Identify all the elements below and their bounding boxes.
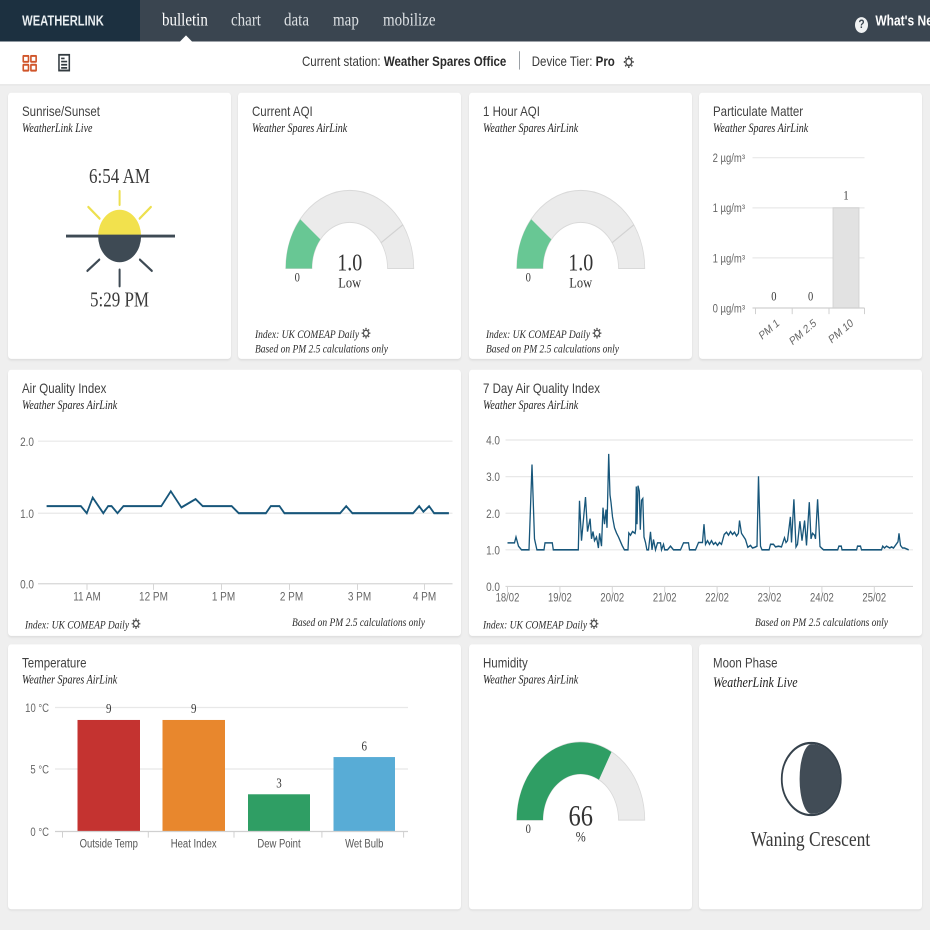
svg-text:18/02: 18/02 xyxy=(496,592,520,605)
svg-text:11 AM: 11 AM xyxy=(73,591,101,604)
svg-text:10 °C: 10 °C xyxy=(25,702,49,715)
svg-text:3 PM: 3 PM xyxy=(348,591,371,604)
svg-text:9: 9 xyxy=(106,701,112,716)
svg-text:0: 0 xyxy=(295,270,300,284)
svg-text:1 µg/m³: 1 µg/m³ xyxy=(713,252,746,265)
svg-text:3: 3 xyxy=(276,776,282,791)
svg-text:9: 9 xyxy=(191,701,197,716)
svg-text:%: % xyxy=(576,828,586,844)
svg-text:4 PM: 4 PM xyxy=(413,591,436,604)
svg-text:2 µg/m³: 2 µg/m³ xyxy=(713,152,746,165)
svg-text:0 µg/m³: 0 µg/m³ xyxy=(713,303,746,316)
svg-text:0 °C: 0 °C xyxy=(30,826,49,839)
svg-text:2.0: 2.0 xyxy=(20,436,34,449)
svg-text:1.0: 1.0 xyxy=(568,248,593,275)
svg-text:3.0: 3.0 xyxy=(486,471,500,484)
svg-text:1.0: 1.0 xyxy=(337,248,362,275)
svg-text:Dew Point: Dew Point xyxy=(257,838,300,851)
svg-text:2.0: 2.0 xyxy=(486,508,500,521)
svg-text:PM 2.5: PM 2.5 xyxy=(788,317,819,349)
svg-text:Low: Low xyxy=(338,275,361,291)
svg-text:19/02: 19/02 xyxy=(548,592,572,605)
svg-text:24/02: 24/02 xyxy=(810,592,834,605)
svg-text:0: 0 xyxy=(526,270,531,284)
svg-text:22/02: 22/02 xyxy=(705,592,729,605)
svg-text:PM 1: PM 1 xyxy=(757,317,781,343)
svg-text:21/02: 21/02 xyxy=(653,592,677,605)
svg-text:Wet Bulb: Wet Bulb xyxy=(345,838,383,851)
svg-text:0: 0 xyxy=(808,290,813,304)
svg-text:25/02: 25/02 xyxy=(862,592,886,605)
svg-text:1: 1 xyxy=(843,189,848,203)
svg-text:23/02: 23/02 xyxy=(758,592,782,605)
svg-text:0: 0 xyxy=(771,290,776,304)
svg-text:0: 0 xyxy=(526,822,531,836)
svg-text:0.0: 0.0 xyxy=(20,579,34,592)
svg-text:Outside Temp: Outside Temp xyxy=(80,838,138,851)
svg-text:1.0: 1.0 xyxy=(486,545,500,558)
svg-text:Heat Index: Heat Index xyxy=(171,838,217,851)
svg-text:6: 6 xyxy=(361,738,367,753)
svg-text:12 PM: 12 PM xyxy=(139,591,168,604)
svg-text:Low: Low xyxy=(569,275,592,291)
svg-text:PM 10: PM 10 xyxy=(827,317,856,347)
svg-text:1.0: 1.0 xyxy=(20,508,34,521)
svg-text:1 µg/m³: 1 µg/m³ xyxy=(713,202,746,215)
svg-text:1 PM: 1 PM xyxy=(212,591,235,604)
svg-text:5 °C: 5 °C xyxy=(30,764,49,777)
svg-text:66: 66 xyxy=(569,799,593,832)
svg-text:20/02: 20/02 xyxy=(600,592,624,605)
svg-text:2 PM: 2 PM xyxy=(280,591,303,604)
svg-text:4.0: 4.0 xyxy=(486,435,500,448)
